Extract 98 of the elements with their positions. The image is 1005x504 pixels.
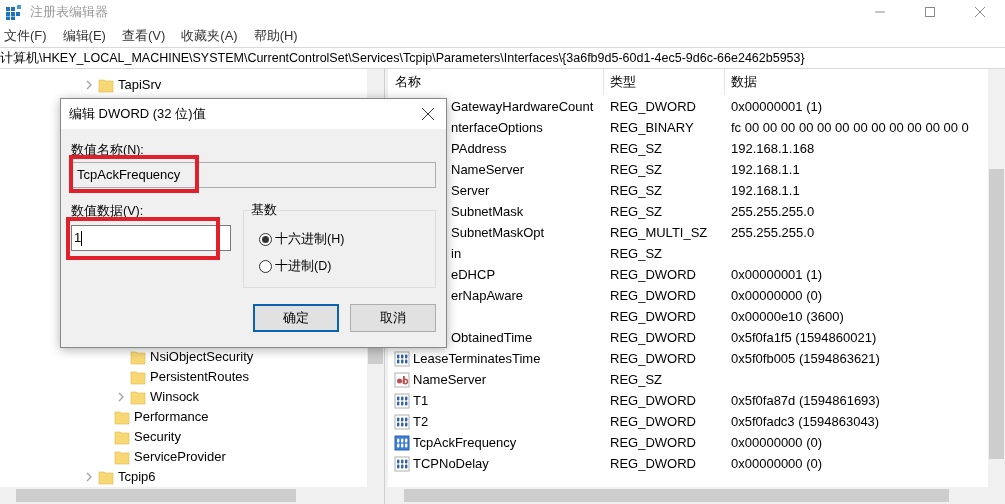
value-type: REG_DWORD — [609, 307, 697, 326]
dialog-button[interactable]: 确定 — [253, 304, 339, 332]
value-data: 0x5f0fb005 (1594863621) — [730, 349, 880, 368]
tree-item[interactable]: Tcpip6 — [118, 467, 156, 487]
value-data: 0x5f0fa87d (1594861693) — [730, 391, 880, 410]
folder-icon — [98, 77, 114, 93]
horizontal-scrollbar[interactable] — [388, 487, 1005, 504]
value-data: 0x00000000 (0) — [730, 286, 823, 305]
binary-value-icon — [394, 392, 410, 409]
name-field[interactable]: TcpAckFrequency — [71, 162, 436, 188]
folder-icon — [98, 469, 114, 485]
tree-item[interactable]: TapiSrv — [118, 75, 162, 95]
value-name[interactable]: NameServer — [413, 369, 486, 390]
binary-value-icon — [394, 350, 410, 367]
value-type: REG_DWORD — [609, 328, 697, 347]
binary-value-icon — [394, 413, 410, 430]
value-name[interactable]: SubnetMask — [451, 201, 524, 222]
value-type: REG_DWORD — [609, 433, 697, 452]
value-data: 0x5f0fa1f5 (1594860021) — [730, 328, 877, 347]
column-header[interactable]: 名称 — [388, 69, 604, 95]
value-name[interactable]: GatewayHardwareCount — [451, 96, 594, 117]
window-title: 注册表编辑器 — [30, 3, 108, 22]
value-data: 0x00000000 (0) — [730, 433, 823, 452]
value-name[interactable]: NameServer — [451, 159, 524, 180]
value-name[interactable]: TcpAckFrequency — [413, 432, 517, 453]
close-icon[interactable] — [422, 108, 434, 120]
menu-item[interactable]: 帮助(H) — [253, 25, 298, 46]
menu-item[interactable]: 收藏夹(A) — [181, 25, 238, 46]
column-header[interactable]: 数据 — [725, 69, 988, 95]
value-data: 0x00000001 (1) — [730, 265, 823, 284]
chevron-icon[interactable] — [117, 392, 125, 402]
value-type: REG_SZ — [609, 202, 663, 221]
value-name[interactable]: TCPNoDelay — [413, 453, 489, 474]
value-name[interactable]: T2 — [413, 411, 429, 432]
value-data: 192.168.1.1 — [730, 160, 800, 179]
value-type: REG_SZ — [609, 160, 663, 179]
radio-option[interactable]: 十六进制(H) — [259, 230, 435, 249]
tree-item[interactable]: NsiObjectSecurity — [150, 347, 254, 367]
value-name[interactable]: ObtainedTime — [451, 327, 533, 348]
dialog-button[interactable]: 取消 — [350, 304, 436, 332]
value-type: REG_DWORD — [609, 454, 697, 473]
column-header[interactable]: 类型 — [604, 69, 725, 95]
maximize-icon — [925, 7, 935, 17]
tree-item[interactable]: Winsock — [150, 387, 200, 407]
value-type: REG_DWORD — [609, 97, 697, 116]
value-data: 255.255.255.0 — [730, 223, 815, 242]
menu-item[interactable]: 查看(V) — [121, 25, 166, 46]
value-type: REG_SZ — [609, 181, 663, 200]
value-type: REG_DWORD — [609, 265, 697, 284]
folder-icon — [130, 389, 146, 405]
value-data: fc 00 00 00 00 00 00 00 00 00 00 00 00 0 — [730, 118, 969, 137]
value-name[interactable]: eDHCP — [451, 264, 496, 285]
value-type: REG_DWORD — [609, 349, 697, 368]
app-icon — [6, 4, 22, 20]
value-type: REG_SZ — [609, 139, 663, 158]
folder-icon — [114, 429, 130, 445]
value-type: REG_MULTI_SZ — [609, 223, 709, 242]
value-data: 0x00000000 (0) — [730, 454, 823, 473]
value-data: 192.168.1.168 — [730, 139, 815, 158]
value-type: REG_SZ — [609, 370, 663, 389]
value-name[interactable]: SubnetMaskOpt — [451, 222, 545, 243]
tree-item[interactable]: ServiceProvider — [134, 447, 226, 467]
value-type: REG_SZ — [609, 244, 663, 263]
vertical-scrollbar[interactable] — [988, 69, 1005, 487]
folder-icon — [114, 409, 130, 425]
value-name[interactable]: PAddress — [451, 138, 507, 159]
folder-icon — [114, 449, 130, 465]
horizontal-scrollbar[interactable] — [0, 487, 384, 504]
value-type: REG_DWORD — [609, 391, 697, 410]
tree-item[interactable]: Performance — [134, 407, 209, 427]
value-type: REG_DWORD — [609, 286, 697, 305]
value-data: 0x5f0fadc3 (1594863043) — [730, 412, 880, 431]
value-name[interactable]: T1 — [413, 390, 429, 411]
chevron-icon[interactable] — [85, 80, 93, 90]
value-data: 192.168.1.1 — [730, 181, 800, 200]
value-name[interactable]: in — [451, 243, 462, 264]
menu-item[interactable]: 编辑(E) — [62, 25, 106, 46]
value-data: 0x00000e10 (3600) — [730, 307, 844, 326]
dialog-title: 编辑 DWORD (32 位)值 — [69, 105, 206, 124]
field-label: 数值数据(V): — [71, 203, 145, 218]
value-name[interactable]: nterfaceOptions — [451, 117, 543, 138]
value-type: REG_DWORD — [609, 412, 697, 431]
data-field[interactable]: 1 — [71, 225, 231, 251]
tree-item[interactable]: Security — [134, 427, 181, 447]
string-value-icon — [394, 371, 410, 388]
value-data: 0x00000001 (1) — [730, 97, 823, 116]
radio-option[interactable]: 十进制(D) — [259, 256, 435, 276]
folder-icon — [130, 369, 146, 385]
value-name[interactable]: erNapAware — [451, 285, 524, 306]
address-bar[interactable]: 计算机\HKEY_LOCAL_MACHINE\SYSTEM\CurrentControlSet\Services\Tcpip\Parameters\Interfaces\{3a6fb9d5-60d1-4ec5-9d6c-66e2462b5953} — [0, 47, 1005, 69]
menu-item[interactable]: 文件(F) — [4, 25, 47, 46]
tree-item[interactable]: PersistentRoutes — [150, 367, 249, 387]
value-type: REG_BINARY — [609, 118, 695, 137]
value-name[interactable]: Server — [451, 180, 490, 201]
value-name[interactable]: LeaseTerminatesTime — [413, 348, 541, 369]
value-data: 255.255.255.0 — [730, 202, 815, 221]
close-icon — [975, 7, 985, 17]
chevron-icon[interactable] — [85, 472, 93, 482]
